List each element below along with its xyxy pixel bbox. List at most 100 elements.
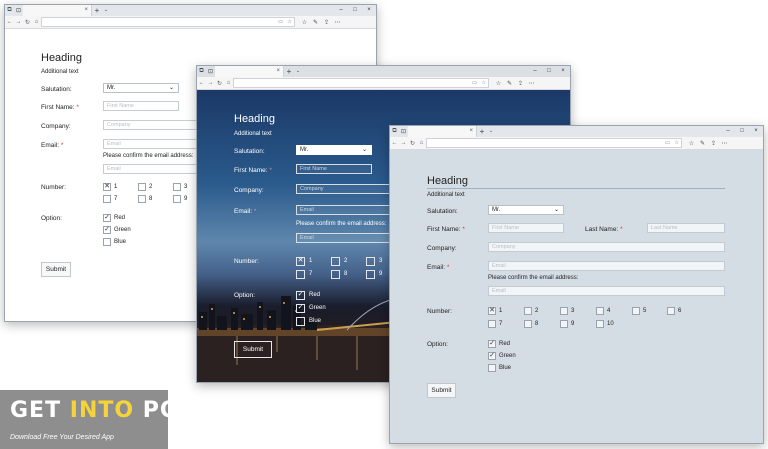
tab-close-icon[interactable]: ×	[84, 5, 88, 16]
tab-menu-icon[interactable]: ⌄	[294, 66, 302, 77]
reading-view-icon[interactable]: ▭	[665, 139, 670, 147]
number-checkbox-2[interactable]	[524, 307, 532, 315]
number-checkbox-2[interactable]	[331, 257, 340, 266]
share-icon[interactable]: ⇪	[708, 140, 719, 147]
firstname-input[interactable]: First Name	[103, 101, 179, 111]
tab-preview-icon[interactable]: ⊡	[14, 5, 23, 16]
tab-actions-icon[interactable]: ⧉	[197, 66, 206, 77]
forward-icon[interactable]: →	[399, 140, 408, 146]
new-tab-icon[interactable]: +	[284, 66, 294, 77]
tab-actions-icon[interactable]: ⧉	[5, 5, 14, 16]
favorites-icon[interactable]: ☆	[299, 19, 310, 26]
number-checkbox-7[interactable]	[296, 270, 305, 279]
home-icon[interactable]: ⌂	[417, 140, 426, 146]
salutation-select[interactable]: Mr. ⌄	[103, 83, 179, 93]
number-checkbox-9[interactable]	[173, 195, 181, 203]
number-checkbox-3[interactable]	[560, 307, 568, 315]
back-icon[interactable]: ←	[5, 19, 14, 25]
submit-button[interactable]: Submit	[427, 383, 456, 398]
reading-view-icon[interactable]: ▭	[472, 79, 477, 87]
number-checkbox-4[interactable]	[596, 307, 604, 315]
firstname-input[interactable]: First Name	[296, 164, 372, 174]
number-checkbox-8[interactable]	[138, 195, 146, 203]
number-checkbox-8[interactable]	[524, 320, 532, 328]
forward-icon[interactable]: →	[206, 80, 215, 86]
more-icon[interactable]: ⋯	[719, 140, 730, 147]
back-icon[interactable]: ←	[197, 80, 206, 86]
minimize-icon[interactable]: –	[334, 5, 348, 16]
address-bar[interactable]: ▭ ☆	[426, 138, 682, 148]
share-icon[interactable]: ⇪	[321, 19, 332, 26]
favorite-star-icon[interactable]: ☆	[482, 79, 486, 87]
home-icon[interactable]: ⌂	[32, 19, 41, 25]
minimize-icon[interactable]: –	[528, 66, 542, 77]
number-checkbox-9[interactable]	[560, 320, 568, 328]
notes-icon[interactable]: ✎	[504, 80, 515, 87]
firstname-input[interactable]: First Name	[488, 223, 564, 233]
browser-tab[interactable]: ×	[215, 66, 284, 77]
option-checkbox-green[interactable]: ✓	[488, 352, 496, 360]
number-checkbox-1[interactable]: ✕	[296, 257, 305, 266]
email-input[interactable]: Email	[103, 139, 199, 149]
number-checkbox-8[interactable]	[331, 270, 340, 279]
close-window-icon[interactable]: ×	[749, 126, 763, 137]
number-checkbox-6[interactable]	[667, 307, 675, 315]
number-checkbox-5[interactable]	[632, 307, 640, 315]
confirm-email-input[interactable]: Email	[488, 286, 725, 296]
confirm-email-input[interactable]: Email	[296, 233, 392, 243]
refresh-icon[interactable]: ↻	[215, 80, 224, 87]
number-checkbox-9[interactable]	[366, 270, 375, 279]
submit-button[interactable]: Submit	[41, 262, 71, 277]
notes-icon[interactable]: ✎	[310, 19, 321, 26]
browser-tab[interactable]: ×	[23, 5, 92, 16]
number-checkbox-3[interactable]	[366, 257, 375, 266]
favorite-star-icon[interactable]: ☆	[288, 18, 292, 26]
home-icon[interactable]: ⌂	[224, 80, 233, 86]
refresh-icon[interactable]: ↻	[23, 19, 32, 26]
email-input[interactable]: Email	[488, 261, 725, 271]
new-tab-icon[interactable]: +	[477, 126, 487, 137]
company-input[interactable]: Company	[488, 242, 725, 252]
option-checkbox-blue[interactable]	[296, 317, 305, 326]
confirm-email-input[interactable]: Email	[103, 164, 199, 174]
reading-view-icon[interactable]: ▭	[278, 18, 283, 26]
tab-menu-icon[interactable]: ⌄	[487, 126, 495, 137]
refresh-icon[interactable]: ↻	[408, 140, 417, 147]
favorites-icon[interactable]: ☆	[686, 140, 697, 147]
tab-close-icon[interactable]: ×	[469, 126, 473, 137]
number-checkbox-10[interactable]	[596, 320, 604, 328]
tab-actions-icon[interactable]: ⧉	[390, 126, 399, 137]
option-checkbox-red[interactable]: ✓	[103, 214, 111, 222]
company-input[interactable]: Company	[103, 120, 199, 130]
share-icon[interactable]: ⇪	[515, 80, 526, 87]
more-icon[interactable]: ⋯	[332, 19, 343, 26]
number-checkbox-7[interactable]	[103, 195, 111, 203]
number-checkbox-2[interactable]	[138, 183, 146, 191]
maximize-icon[interactable]: □	[735, 126, 749, 137]
close-window-icon[interactable]: ×	[556, 66, 570, 77]
salutation-select[interactable]: Mr. ⌄	[488, 205, 564, 215]
lastname-input[interactable]: Last Name	[647, 223, 725, 233]
tab-menu-icon[interactable]: ⌄	[102, 5, 110, 16]
more-icon[interactable]: ⋯	[526, 80, 537, 87]
forward-icon[interactable]: →	[14, 19, 23, 25]
favorites-icon[interactable]: ☆	[493, 80, 504, 87]
option-checkbox-blue[interactable]	[103, 238, 111, 246]
number-checkbox-1[interactable]: ✕	[103, 183, 111, 191]
email-input[interactable]: Email	[296, 205, 392, 215]
notes-icon[interactable]: ✎	[697, 140, 708, 147]
salutation-select[interactable]: Mr. ⌄	[296, 145, 372, 155]
option-checkbox-red[interactable]: ✓	[488, 340, 496, 348]
address-bar[interactable]: ▭ ☆	[233, 78, 489, 88]
number-checkbox-3[interactable]	[173, 183, 181, 191]
tab-preview-icon[interactable]: ⊡	[206, 66, 215, 77]
minimize-icon[interactable]: –	[721, 126, 735, 137]
tab-close-icon[interactable]: ×	[276, 66, 280, 77]
maximize-icon[interactable]: □	[542, 66, 556, 77]
number-checkbox-7[interactable]	[488, 320, 496, 328]
maximize-icon[interactable]: □	[348, 5, 362, 16]
address-bar[interactable]: ▭ ☆	[41, 17, 295, 27]
favorite-star-icon[interactable]: ☆	[675, 139, 679, 147]
company-input[interactable]: Company	[296, 184, 392, 194]
number-checkbox-1[interactable]: ✕	[488, 307, 496, 315]
